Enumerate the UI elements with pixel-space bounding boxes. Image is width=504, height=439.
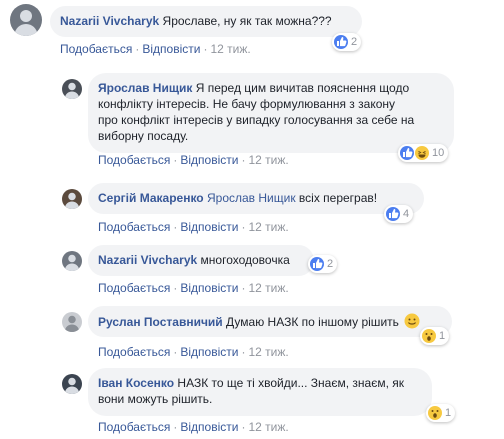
mentioned-user[interactable]: Ярослав Нищик (207, 191, 296, 205)
like-icon (334, 35, 348, 49)
reply-link[interactable]: Відповісти (180, 420, 238, 434)
reaction-summary[interactable]: 4 (384, 205, 414, 223)
avatar-photo-icon (64, 82, 80, 99)
like-link[interactable]: Подобається (60, 42, 132, 56)
comment-text-line: про конфлікт інтересів у випадку голосув… (98, 113, 415, 127)
wow-icon (428, 406, 442, 420)
comment-actions: Подобається · Відповісти · 12 тиж. (98, 345, 289, 359)
like-link[interactable]: Подобається (98, 153, 170, 167)
avatar-photo-icon (14, 10, 38, 36)
timestamp[interactable]: 12 тиж. (210, 42, 250, 56)
avatar[interactable] (10, 4, 42, 36)
author-name[interactable]: Nazarii Vivcharyk (98, 253, 197, 267)
comment-text-line: виборну посаду. (98, 129, 189, 143)
separator-dot: · (173, 220, 178, 234)
comment-text-line: НАЗК то ще ті хвойди... Знаєм, знаєм, як (177, 376, 404, 390)
reaction-summary[interactable]: 1 (426, 404, 456, 422)
wow-icon (422, 329, 436, 343)
separator-dot: · (241, 420, 246, 434)
smile-emoji-icon (404, 313, 420, 333)
comment-text: Ярославе, ну як так можна??? (162, 14, 332, 28)
comment-actions: Подобається · Відповісти · 12 тиж. (98, 281, 289, 295)
reply-link[interactable]: Відповісти (142, 42, 200, 56)
author-name[interactable]: Сергій Макаренко (98, 191, 204, 205)
reply-link[interactable]: Відповісти (180, 220, 238, 234)
reaction-count: 10 (432, 147, 445, 159)
like-link[interactable]: Подобається (98, 220, 170, 234)
like-icon (386, 207, 400, 221)
separator-dot: · (203, 42, 208, 56)
separator-dot: · (173, 281, 178, 295)
separator-dot: · (173, 420, 178, 434)
timestamp[interactable]: 12 тиж. (248, 220, 288, 234)
avatar-photo-icon (64, 192, 80, 209)
comment-actions: Подобається · Відповісти · 12 тиж. (60, 42, 251, 56)
comment-bubble: Ярослав Нищик Я перед цим вичитав поясне… (88, 73, 454, 153)
comment-text: многоходовочка (200, 253, 290, 267)
avatar-photo-icon (64, 254, 80, 271)
reaction-summary[interactable]: 2 (332, 33, 362, 51)
timestamp[interactable]: 12 тиж. (248, 345, 288, 359)
avatar-photo-icon (64, 377, 80, 394)
comment-bubble: Сергій Макаренко Ярослав Нищик всіх пере… (88, 183, 424, 214)
avatar[interactable] (62, 189, 82, 209)
reaction-count: 2 (327, 258, 334, 270)
avatar[interactable] (62, 79, 82, 99)
reaction-count: 1 (439, 330, 446, 342)
avatar[interactable] (62, 312, 82, 332)
comment-text-line: конфлікту інтересів. Не бачу формулюванн… (98, 97, 396, 111)
separator-dot: · (173, 345, 178, 359)
separator-dot: · (241, 153, 246, 167)
separator-dot: · (173, 153, 178, 167)
separator-dot: · (241, 345, 246, 359)
avatar[interactable] (62, 374, 82, 394)
timestamp[interactable]: 12 тиж. (248, 153, 288, 167)
reaction-summary[interactable]: 10 (398, 144, 449, 162)
comment-bubble: Руслан Поставничий Думаю НАЗК по іншому … (88, 306, 452, 337)
avatar[interactable] (62, 251, 82, 271)
reply-link[interactable]: Відповісти (180, 345, 238, 359)
comment-bubble: Nazarii Vivcharyk многоходовочка (88, 245, 314, 276)
separator-dot: · (241, 281, 246, 295)
timestamp[interactable]: 12 тиж. (248, 281, 288, 295)
comment-text-line: Я перед цим вичитав пояснення щодо (195, 81, 410, 95)
reaction-count: 1 (445, 407, 452, 419)
reply-link[interactable]: Відповісти (180, 153, 238, 167)
haha-icon (415, 146, 429, 160)
comment-text: Думаю НАЗК по іншому рішить (226, 315, 399, 329)
comment-text: всіх переграв! (298, 191, 378, 205)
comment-text-line: вони можуть рішить. (98, 392, 213, 406)
reaction-count: 2 (351, 36, 358, 48)
author-name[interactable]: Nazarii Vivcharyk (60, 14, 159, 28)
comment-actions: Подобається · Відповісти · 12 тиж. (98, 153, 289, 167)
like-link[interactable]: Подобається (98, 345, 170, 359)
author-name[interactable]: Іван Косенко (98, 376, 174, 390)
like-link[interactable]: Подобається (98, 420, 170, 434)
reaction-summary[interactable]: 2 (308, 255, 338, 273)
comment-bubble: Nazarii Vivcharyk Ярославе, ну як так мо… (50, 6, 362, 37)
like-icon (310, 257, 324, 271)
avatar-photo-icon (64, 315, 80, 332)
separator-dot: · (135, 42, 140, 56)
comment-actions: Подобається · Відповісти · 12 тиж. (98, 220, 289, 234)
like-link[interactable]: Подобається (98, 281, 170, 295)
comment-bubble: Іван Косенко НАЗК то ще ті хвойди... Зна… (88, 368, 432, 416)
reaction-summary[interactable]: 1 (420, 327, 450, 345)
author-name[interactable]: Ярослав Нищик (98, 81, 192, 95)
timestamp[interactable]: 12 тиж. (248, 420, 288, 434)
reply-link[interactable]: Відповісти (180, 281, 238, 295)
reaction-count: 4 (403, 208, 410, 220)
separator-dot: · (241, 220, 246, 234)
author-name[interactable]: Руслан Поставничий (98, 315, 223, 329)
like-icon (400, 146, 414, 160)
comment-actions: Подобається · Відповісти · 12 тиж. (98, 420, 289, 434)
